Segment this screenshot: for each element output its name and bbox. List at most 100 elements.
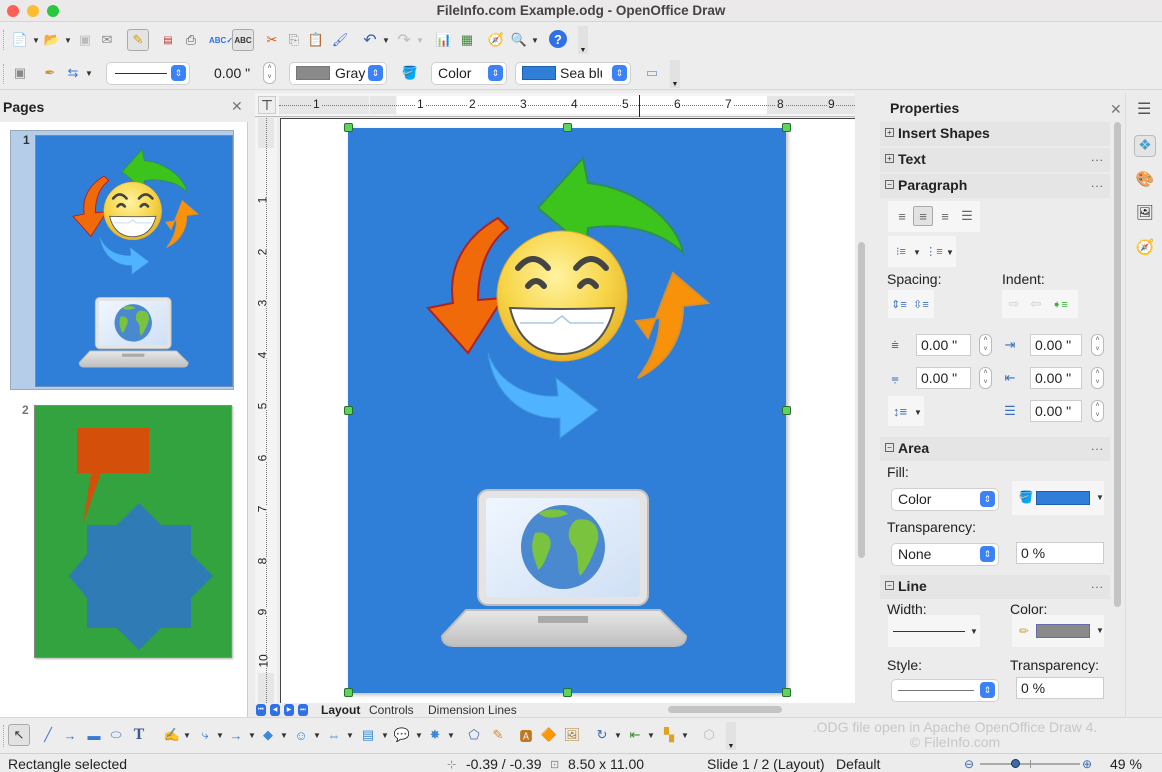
arrow-style-icon[interactable]: ⇆ — [63, 63, 83, 83]
chart-icon[interactable]: 📊 — [434, 30, 454, 50]
line-style-select[interactable]: ⇕ — [107, 63, 189, 84]
toolbar-grip[interactable] — [3, 30, 7, 50]
autospellcheck-icon[interactable]: ABC — [232, 29, 254, 51]
area-transparency-field[interactable]: 0 % — [1016, 542, 1104, 564]
tab-stop-selector[interactable]: ⊤ — [258, 96, 276, 114]
callouts-icon[interactable]: 💬 — [392, 725, 412, 745]
vertical-ruler[interactable]: 1 2 3 4 5 6 7 8 9 10 — [255, 118, 277, 703]
email-icon[interactable]: ✉ — [97, 30, 117, 50]
align-left-icon[interactable]: ≡ — [892, 206, 912, 226]
selection-handle-bottom-right[interactable] — [782, 688, 791, 697]
line-icon[interactable]: ✒ — [40, 63, 60, 83]
numbered-list-icon[interactable]: ⋮≡ — [924, 241, 944, 261]
minimize-window-button[interactable] — [27, 5, 39, 17]
curve-tool-icon[interactable]: ✍ — [162, 725, 182, 745]
redo-icon[interactable]: ↷ — [394, 30, 414, 50]
points-icon[interactable]: ⬠ — [464, 725, 484, 745]
fontwork-icon[interactable]: 🅰 — [516, 725, 536, 745]
zoom-slider-thumb[interactable] — [1011, 759, 1020, 768]
selection-handle-top-right[interactable] — [782, 123, 791, 132]
flowchart-icon[interactable]: ▤ — [358, 725, 378, 745]
line-tool-icon[interactable]: ╱ — [38, 725, 58, 745]
block-arrows-icon[interactable]: ⇔ — [324, 725, 344, 745]
slide-indicator[interactable]: Slide 1 / 2 (Layout) — [707, 756, 825, 772]
arrange-icon[interactable]: ▚ — [659, 725, 679, 745]
selection-handle-bottom[interactable] — [563, 688, 572, 697]
new-document-icon[interactable]: 📄 — [10, 30, 30, 50]
from-file-icon[interactable]: 🔶 — [539, 725, 559, 745]
zoom-slider[interactable] — [980, 759, 1080, 768]
zoom-out-icon[interactable]: ⊖ — [964, 757, 974, 771]
decrease-spacing-icon[interactable]: ⇳≡ — [911, 294, 931, 314]
shadow-icon[interactable]: ▭ — [642, 63, 662, 83]
alignment-icon[interactable]: ⇤ — [625, 725, 645, 745]
close-window-button[interactable] — [7, 5, 19, 17]
export-pdf-icon[interactable]: ▤ — [158, 30, 178, 50]
selection-handle-top-left[interactable] — [344, 123, 353, 132]
above-spacing-field[interactable]: 0.00 " — [916, 334, 971, 356]
fill-color-picker[interactable]: 🪣 ▼ — [1012, 481, 1104, 515]
arrow-line-tool-icon[interactable]: → — [60, 725, 80, 745]
print-icon[interactable]: ⎙ — [181, 30, 201, 50]
navigator-icon[interactable]: 🧭 — [486, 30, 506, 50]
pages-splitter[interactable] — [248, 91, 255, 717]
below-spacing-stepper[interactable]: ˄ ˅ — [979, 367, 992, 389]
before-indent-field[interactable]: 0.00 " — [1030, 334, 1082, 356]
gallery-tab-icon[interactable]: 🖼 — [1134, 204, 1156, 226]
sidebar-menu-icon[interactable]: ☰ — [1137, 99, 1151, 119]
justify-icon[interactable]: ☰ — [957, 206, 977, 226]
more-options-button[interactable]: ... — [1091, 150, 1104, 164]
tab-layout[interactable]: Layout — [321, 703, 360, 717]
after-indent-field[interactable]: 0.00 " — [1030, 367, 1082, 389]
area-style-select[interactable]: Color ⇕ — [432, 63, 506, 84]
stars-icon[interactable]: ✸ — [425, 725, 445, 745]
line-width-stepper[interactable]: ˄ ˅ — [263, 62, 276, 84]
first-line-indent-stepper[interactable]: ˄ ˅ — [1091, 400, 1104, 422]
previous-tab-button[interactable]: ◀ — [270, 704, 280, 716]
hanging-indent-icon[interactable]: ➧≡ — [1050, 294, 1070, 314]
master-page-indicator[interactable]: Default — [836, 756, 880, 772]
toolbar-overflow-button[interactable]: ▼ — [670, 60, 680, 88]
rotate-icon[interactable]: ↻ — [592, 725, 612, 745]
line-color-picker[interactable]: ✏ ▼ — [1012, 615, 1104, 647]
line-color-select[interactable]: Gray ⇕ — [290, 63, 386, 84]
navigator-tab-icon[interactable]: 🧭 — [1134, 238, 1156, 260]
section-insert-shapes[interactable]: + Insert Shapes — [880, 122, 1110, 146]
selection-handle-left[interactable] — [344, 406, 353, 415]
slide-background-rectangle[interactable] — [348, 128, 786, 693]
decrease-indent-icon[interactable]: ⇦ — [1026, 294, 1046, 314]
area-transparency-select[interactable]: None ⇕ — [892, 544, 998, 565]
clone-formatting-icon[interactable]: 🖌 — [330, 30, 350, 50]
more-options-button[interactable]: ... — [1091, 176, 1104, 190]
cut-icon[interactable]: ✂ — [262, 30, 282, 50]
below-spacing-field[interactable]: 0.00 " — [916, 367, 971, 389]
basic-shapes-icon[interactable]: ◆ — [258, 725, 278, 745]
toolbar-overflow-button[interactable]: ▼ — [726, 722, 736, 750]
area-icon[interactable]: 🪣 — [400, 63, 420, 83]
line-width-field[interactable]: 0.00 " — [208, 63, 258, 84]
spellcheck-icon[interactable]: ABC✓ — [209, 30, 233, 50]
first-tab-button[interactable]: ⏮ — [256, 704, 266, 716]
selection-handle-right[interactable] — [782, 406, 791, 415]
symbol-shapes-icon[interactable]: ☺ — [291, 725, 311, 745]
zoom-icon[interactable]: 🔍 — [509, 30, 529, 50]
area-color-select[interactable]: Sea blue ⇕ — [516, 63, 630, 84]
select-tool-icon[interactable]: ↖ — [8, 724, 30, 746]
save-icon[interactable]: ▣ — [75, 30, 95, 50]
selection-handle-bottom-left[interactable] — [344, 688, 353, 697]
last-tab-button[interactable]: ⏭ — [298, 704, 308, 716]
tab-dimension-lines[interactable]: Dimension Lines — [428, 703, 517, 717]
align-right-icon[interactable]: ≡ — [935, 206, 955, 226]
lines-arrows-tool-icon[interactable]: → — [226, 725, 246, 745]
section-area[interactable]: − Area... — [880, 437, 1110, 461]
connector-tool-icon[interactable]: ⤷ — [195, 725, 215, 745]
close-icon[interactable]: ✕ — [1110, 101, 1122, 118]
help-icon[interactable]: ? — [549, 30, 567, 48]
align-center-icon[interactable]: ≡ — [913, 206, 933, 226]
toolbar-grip[interactable] — [3, 64, 7, 84]
paste-icon[interactable]: 📋 — [306, 30, 326, 50]
line-style-picker[interactable]: ⇕ — [892, 680, 998, 701]
page-thumbnail-2[interactable]: 2 — [10, 401, 234, 661]
edit-file-icon[interactable]: ✎ — [127, 29, 149, 51]
zoom-in-icon[interactable]: ⊕ — [1082, 757, 1092, 771]
